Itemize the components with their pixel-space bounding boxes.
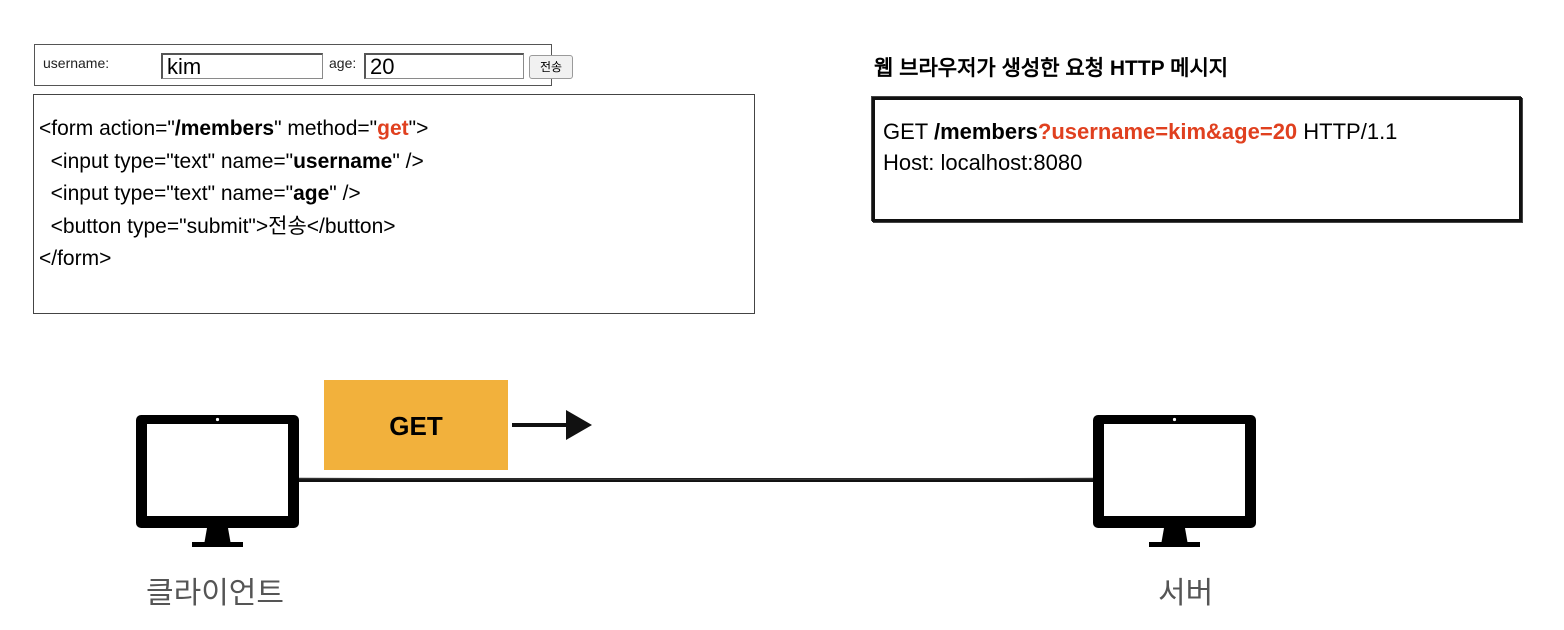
monitor-icon	[1093, 415, 1256, 547]
server-label: 서버	[1158, 577, 1214, 610]
arrow-right-icon	[512, 410, 592, 440]
client-server-diagram	[136, 410, 1256, 547]
get-request-box: GET	[324, 380, 508, 470]
client-label: 클라이언트	[146, 577, 284, 610]
monitor-icon	[136, 415, 299, 547]
